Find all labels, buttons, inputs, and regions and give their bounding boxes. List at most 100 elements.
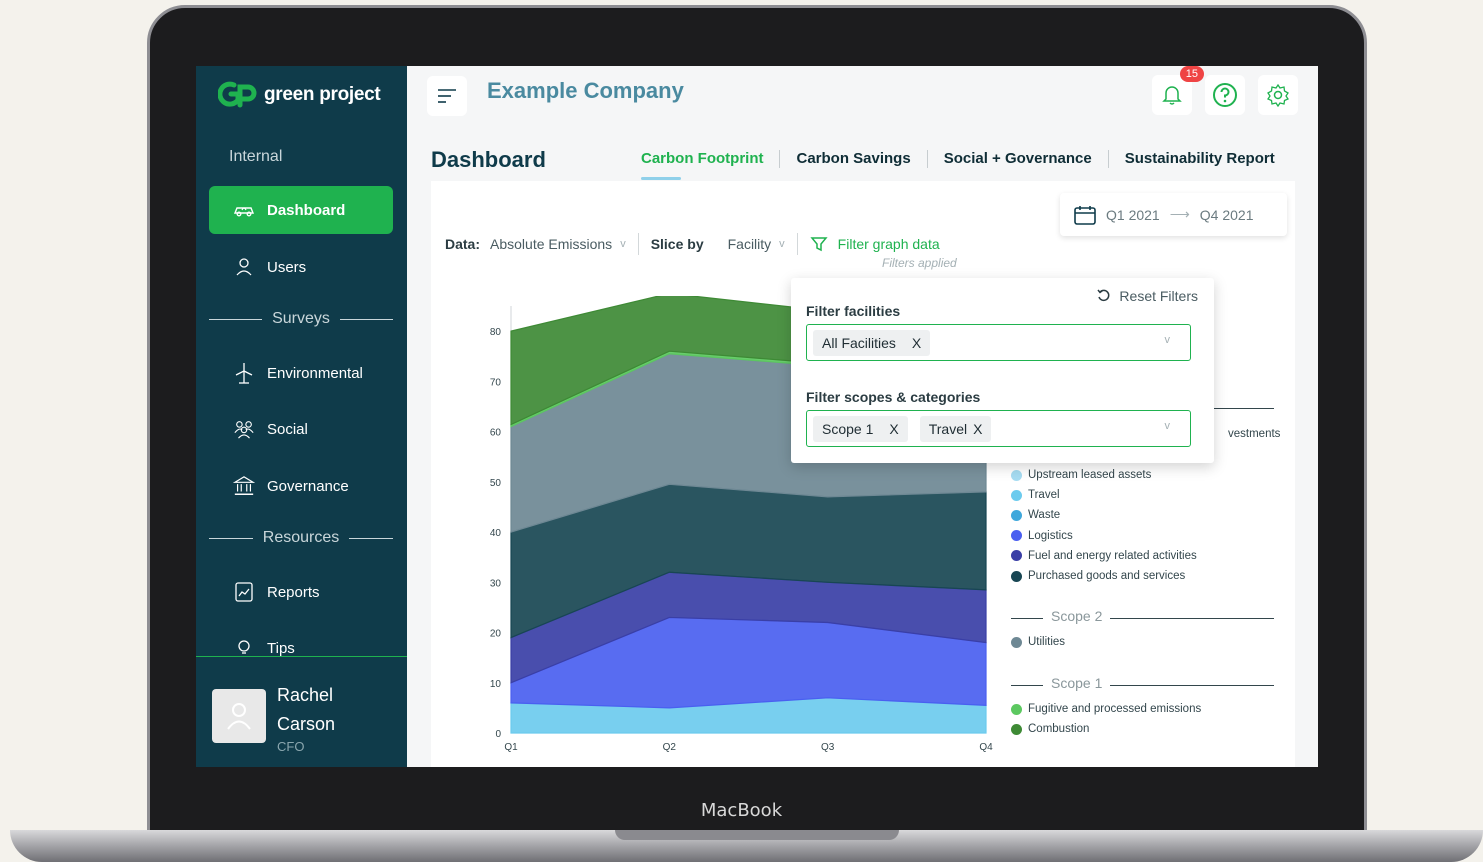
chart-controls: Data: Absolute Emissions v Slice by Faci… [445,233,940,255]
topbar: Example Company 15 [407,66,1318,128]
sidebar-item-label: Social [267,420,308,438]
menu-button[interactable] [427,76,467,116]
y-tick-label: 80 [490,327,502,338]
y-tick-label: 40 [490,528,502,539]
bank-icon [233,475,255,497]
filter-scopes-title: Filter scopes & categories [806,389,981,405]
data-select[interactable]: Absolute Emissions [490,236,612,252]
tab-carbon-savings[interactable]: Carbon Savings [780,150,928,168]
sidebar-item-reports[interactable]: Reports [209,568,393,616]
user-profile[interactable]: Rachel Carson CFO [196,656,407,767]
help-icon [1213,83,1237,107]
y-tick-label: 10 [490,679,502,690]
hamburger-icon [438,89,456,103]
chip-scope-1[interactable]: Scope 1X [813,415,908,442]
filter-graph-link[interactable]: Filter graph data [838,236,940,252]
y-tick-label: 0 [495,729,501,740]
legend-item: Purchased goods and services [1011,570,1185,582]
sidebar-item-social[interactable]: Social [209,405,393,453]
legend-label: Logistics [1028,529,1073,542]
user-icon [233,256,255,278]
arrow-right-icon: ⟶ [1169,206,1190,222]
section-internal: Internal [229,148,283,165]
sidebar-item-users[interactable]: Users [209,243,393,291]
chevron-down-icon: v [1164,334,1171,346]
tab-sustainability-report[interactable]: Sustainability Report [1109,150,1291,168]
people-icon [233,418,255,440]
y-tick-label: 50 [490,478,502,489]
legend-label: Waste [1028,509,1061,522]
legend-group-scope-1: Scope 1 [1043,675,1111,691]
legend-label: Fugitive and processed emissions [1028,703,1202,715]
filter-icon[interactable] [810,235,828,253]
x-tick-label: Q4 [979,742,993,753]
avatar [212,689,266,743]
notification-badge: 15 [1179,66,1204,82]
sidebar-item-governance[interactable]: Governance [209,462,393,510]
chevron-down-icon: v [620,238,626,250]
legend-group-scope-2: Scope 2 [1043,608,1111,624]
sidebar-item-environmental[interactable]: Environmental [209,349,393,397]
profile-role: CFO [277,739,305,754]
report-icon [233,581,255,603]
reset-icon [1097,289,1110,302]
logo-text: green project [264,84,381,105]
scopes-multiselect[interactable]: Scope 1X Travel X v [806,410,1191,447]
y-tick-label: 30 [490,578,502,589]
filter-facilities-title: Filter facilities [806,303,901,319]
sidebar-item-label: Users [267,258,307,276]
legend-swatch [1011,703,1022,715]
tab-bar: Carbon Footprint Carbon Savings Social +… [641,150,1291,180]
legend-label: Purchased goods and services [1028,570,1186,582]
legend-swatch [1011,509,1022,521]
chip-travel[interactable]: Travel X [919,415,992,442]
legend-item: Travel [1011,489,1060,501]
x-tick-label: Q1 [504,742,518,753]
date-range-picker[interactable]: Q1 2021 ⟶ Q4 2021 [1060,193,1287,236]
legend-swatch [1011,469,1022,481]
legend-item: Utilities [1011,636,1065,648]
logo-mark-icon [217,80,258,110]
y-tick-label: 20 [490,629,502,640]
legend-label: Combustion [1028,723,1090,736]
legend-item: Logistics [1011,530,1073,542]
profile-name: Rachel Carson [277,685,336,734]
gear-icon [1267,83,1289,107]
logo[interactable]: green project [217,80,381,110]
sidebar-item-label: Dashboard [267,201,346,219]
y-tick-label: 60 [490,428,502,439]
sidebar-item-label: Tips [267,639,295,657]
reset-filters-button[interactable]: Reset Filters [1097,288,1198,304]
slice-label: Slice by [650,236,704,252]
notifications-button[interactable]: 15 [1152,66,1204,115]
legend-item: Combustion [1011,723,1089,735]
calendar-icon [1074,205,1096,225]
facilities-multiselect[interactable]: All Facilities X v [806,324,1191,361]
legend-swatch [1011,489,1022,501]
help-button[interactable] [1205,75,1245,115]
legend-partial-item: vestments [1228,428,1281,440]
chip-remove-icon[interactable]: X [973,421,982,437]
legend-swatch [1011,550,1022,562]
legend-swatch [1011,723,1022,735]
x-tick-label: Q3 [821,742,835,753]
legend-label: Upstream leased assets [1028,469,1152,481]
legend-swatch [1011,636,1022,648]
chip-remove-icon[interactable]: X [889,421,898,437]
x-tick-label: Q2 [663,742,677,753]
company-name: Example Company [487,78,684,103]
tab-carbon-footprint[interactable]: Carbon Footprint [641,150,781,180]
bell-icon [1162,86,1182,105]
section-resources: Resources [209,529,394,547]
slice-select[interactable]: Facility [728,236,772,252]
data-label: Data: [445,236,481,252]
chip-remove-icon[interactable]: X [912,335,921,351]
wind-turbine-icon [233,362,255,384]
sidebar-item-dashboard[interactable]: Dashboard [209,186,393,234]
legend-item: Fuel and energy related activities [1011,550,1197,562]
settings-button[interactable] [1258,75,1298,115]
chip-all-facilities[interactable]: All Facilities X [813,329,931,356]
tab-social-governance[interactable]: Social + Governance [928,150,1109,168]
page-title: Dashboard [431,147,546,172]
sidebar-item-label: Reports [267,583,320,601]
